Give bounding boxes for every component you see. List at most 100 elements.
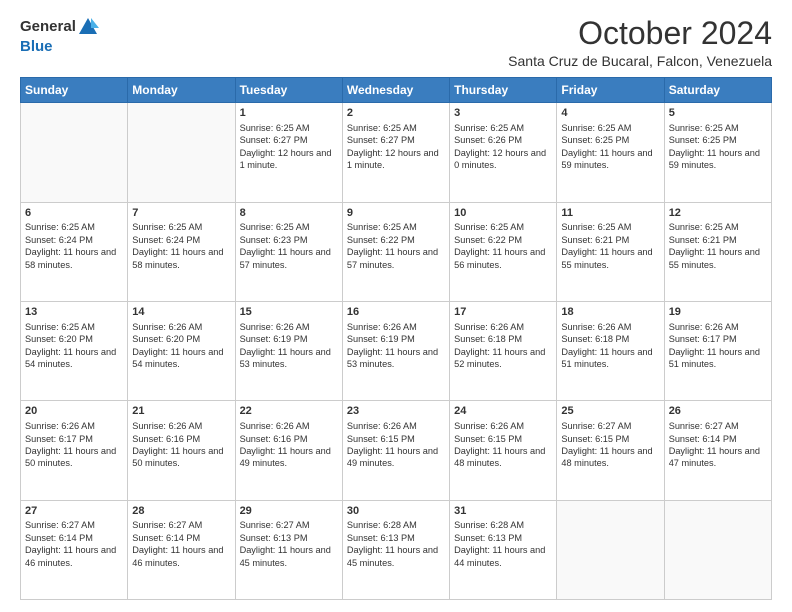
- cell-text: Sunrise: 6:28 AM Sunset: 6:13 PM Dayligh…: [347, 519, 445, 569]
- day-number: 10: [454, 206, 552, 221]
- col-header-saturday: Saturday: [664, 78, 771, 103]
- day-number: 22: [240, 404, 338, 419]
- week-row-2: 6 Sunrise: 6:25 AM Sunset: 6:24 PM Daylig…: [21, 202, 772, 301]
- day-number: 9: [347, 206, 445, 221]
- logo-blue: Blue: [20, 38, 99, 55]
- calendar-cell: 22Sunrise: 6:26 AM Sunset: 6:16 PM Dayli…: [235, 401, 342, 500]
- calendar-cell: 14Sunrise: 6:26 AM Sunset: 6:20 PM Dayli…: [128, 301, 235, 400]
- day-number: 21: [132, 404, 230, 419]
- calendar-cell: 29Sunrise: 6:27 AM Sunset: 6:13 PM Dayli…: [235, 500, 342, 599]
- day-number: 19: [669, 305, 767, 320]
- logo-text: General: [20, 16, 99, 38]
- calendar-cell: 10Sunrise: 6:25 AM Sunset: 6:22 PM Dayli…: [450, 202, 557, 301]
- calendar-cell: [664, 500, 771, 599]
- day-number: 12: [669, 206, 767, 221]
- cell-text: Sunrise: 6:26 AM Sunset: 6:20 PM Dayligh…: [132, 321, 230, 371]
- col-header-wednesday: Wednesday: [342, 78, 449, 103]
- day-number: 28: [132, 504, 230, 519]
- day-number: 25: [561, 404, 659, 419]
- calendar-cell: 15Sunrise: 6:26 AM Sunset: 6:19 PM Dayli…: [235, 301, 342, 400]
- col-header-thursday: Thursday: [450, 78, 557, 103]
- title-block: October 2024 Santa Cruz de Bucaral, Falc…: [508, 16, 772, 69]
- calendar-cell: 12Sunrise: 6:25 AM Sunset: 6:21 PM Dayli…: [664, 202, 771, 301]
- calendar-cell: 30Sunrise: 6:28 AM Sunset: 6:13 PM Dayli…: [342, 500, 449, 599]
- col-header-monday: Monday: [128, 78, 235, 103]
- cell-text: Sunrise: 6:28 AM Sunset: 6:13 PM Dayligh…: [454, 519, 552, 569]
- calendar-cell: 27Sunrise: 6:27 AM Sunset: 6:14 PM Dayli…: [21, 500, 128, 599]
- cell-text: Sunrise: 6:25 AM Sunset: 6:23 PM Dayligh…: [240, 221, 338, 271]
- cell-text: Sunrise: 6:25 AM Sunset: 6:26 PM Dayligh…: [454, 122, 552, 172]
- day-number: 29: [240, 504, 338, 519]
- cell-text: Sunrise: 6:27 AM Sunset: 6:14 PM Dayligh…: [132, 519, 230, 569]
- calendar-cell: 13Sunrise: 6:25 AM Sunset: 6:20 PM Dayli…: [21, 301, 128, 400]
- calendar-cell: 26Sunrise: 6:27 AM Sunset: 6:14 PM Dayli…: [664, 401, 771, 500]
- day-number: 27: [25, 504, 123, 519]
- cell-text: Sunrise: 6:25 AM Sunset: 6:21 PM Dayligh…: [561, 221, 659, 271]
- week-row-3: 13Sunrise: 6:25 AM Sunset: 6:20 PM Dayli…: [21, 301, 772, 400]
- day-number: 1: [240, 106, 338, 121]
- location-title: Santa Cruz de Bucaral, Falcon, Venezuela: [508, 53, 772, 69]
- week-row-1: 1Sunrise: 6:25 AM Sunset: 6:27 PM Daylig…: [21, 103, 772, 202]
- cell-text: Sunrise: 6:26 AM Sunset: 6:17 PM Dayligh…: [669, 321, 767, 371]
- day-number: 2: [347, 106, 445, 121]
- cell-text: Sunrise: 6:26 AM Sunset: 6:17 PM Dayligh…: [25, 420, 123, 470]
- week-row-5: 27 Sunrise: 6:27 AM Sunset: 6:14 PM Dayli…: [21, 500, 772, 599]
- calendar-cell: 21Sunrise: 6:26 AM Sunset: 6:16 PM Dayli…: [128, 401, 235, 500]
- calendar-cell: 2Sunrise: 6:25 AM Sunset: 6:27 PM Daylig…: [342, 103, 449, 202]
- calendar-cell: 17Sunrise: 6:26 AM Sunset: 6:18 PM Dayli…: [450, 301, 557, 400]
- cell-text: Sunrise: 6:25 AM Sunset: 6:24 PM Dayligh…: [132, 221, 230, 271]
- cell-text: Sunrise: 6:27 AM Sunset: 6:14 PM Dayligh…: [669, 420, 767, 470]
- calendar-cell: 9Sunrise: 6:25 AM Sunset: 6:22 PM Daylig…: [342, 202, 449, 301]
- col-header-sunday: Sunday: [21, 78, 128, 103]
- day-number: 20: [25, 404, 123, 419]
- calendar-cell: [557, 500, 664, 599]
- week-row-4: 20Sunrise: 6:26 AM Sunset: 6:17 PM Dayli…: [21, 401, 772, 500]
- day-number: 26: [669, 404, 767, 419]
- calendar-cell: [128, 103, 235, 202]
- cell-text: Sunrise: 6:25 AM Sunset: 6:21 PM Dayligh…: [669, 221, 767, 271]
- cell-text: Sunrise: 6:25 AM Sunset: 6:20 PM Dayligh…: [25, 321, 123, 371]
- day-number: 14: [132, 305, 230, 320]
- calendar-table: SundayMondayTuesdayWednesdayThursdayFrid…: [20, 77, 772, 600]
- cell-text: Sunrise: 6:26 AM Sunset: 6:19 PM Dayligh…: [240, 321, 338, 371]
- calendar-cell: 3Sunrise: 6:25 AM Sunset: 6:26 PM Daylig…: [450, 103, 557, 202]
- calendar-cell: 7Sunrise: 6:25 AM Sunset: 6:24 PM Daylig…: [128, 202, 235, 301]
- calendar-cell: 23Sunrise: 6:26 AM Sunset: 6:15 PM Dayli…: [342, 401, 449, 500]
- cell-text: Sunrise: 6:25 AM Sunset: 6:25 PM Dayligh…: [561, 122, 659, 172]
- calendar-cell: 11Sunrise: 6:25 AM Sunset: 6:21 PM Dayli…: [557, 202, 664, 301]
- cell-text: Sunrise: 6:26 AM Sunset: 6:18 PM Dayligh…: [561, 321, 659, 371]
- cell-text: Sunrise: 6:25 AM Sunset: 6:22 PM Dayligh…: [454, 221, 552, 271]
- day-number: 31: [454, 504, 552, 519]
- calendar-cell: 31Sunrise: 6:28 AM Sunset: 6:13 PM Dayli…: [450, 500, 557, 599]
- day-number: 18: [561, 305, 659, 320]
- calendar-cell: [21, 103, 128, 202]
- col-header-friday: Friday: [557, 78, 664, 103]
- col-header-tuesday: Tuesday: [235, 78, 342, 103]
- day-number: 13: [25, 305, 123, 320]
- cell-text: Sunrise: 6:26 AM Sunset: 6:16 PM Dayligh…: [240, 420, 338, 470]
- day-number: 7: [132, 206, 230, 221]
- cell-text: Sunrise: 6:25 AM Sunset: 6:22 PM Dayligh…: [347, 221, 445, 271]
- logo: General Blue: [20, 16, 99, 55]
- day-number: 4: [561, 106, 659, 121]
- cell-text: Sunrise: 6:26 AM Sunset: 6:18 PM Dayligh…: [454, 321, 552, 371]
- day-number: 16: [347, 305, 445, 320]
- calendar-cell: 16Sunrise: 6:26 AM Sunset: 6:19 PM Dayli…: [342, 301, 449, 400]
- day-number: 11: [561, 206, 659, 221]
- cell-text: Sunrise: 6:26 AM Sunset: 6:15 PM Dayligh…: [454, 420, 552, 470]
- calendar-cell: 28Sunrise: 6:27 AM Sunset: 6:14 PM Dayli…: [128, 500, 235, 599]
- day-number: 30: [347, 504, 445, 519]
- cell-text: Sunrise: 6:26 AM Sunset: 6:19 PM Dayligh…: [347, 321, 445, 371]
- page: General Blue October 2024 Santa Cruz de …: [0, 0, 792, 612]
- cell-text: Sunrise: 6:26 AM Sunset: 6:16 PM Dayligh…: [132, 420, 230, 470]
- cell-text: Sunrise: 6:25 AM Sunset: 6:25 PM Dayligh…: [669, 122, 767, 172]
- day-number: 6: [25, 206, 123, 221]
- header: General Blue October 2024 Santa Cruz de …: [20, 16, 772, 69]
- day-number: 5: [669, 106, 767, 121]
- calendar-cell: 6Sunrise: 6:25 AM Sunset: 6:24 PM Daylig…: [21, 202, 128, 301]
- calendar-cell: 1Sunrise: 6:25 AM Sunset: 6:27 PM Daylig…: [235, 103, 342, 202]
- logo-icon: [77, 16, 99, 38]
- header-row: SundayMondayTuesdayWednesdayThursdayFrid…: [21, 78, 772, 103]
- day-number: 23: [347, 404, 445, 419]
- calendar-cell: 24Sunrise: 6:26 AM Sunset: 6:15 PM Dayli…: [450, 401, 557, 500]
